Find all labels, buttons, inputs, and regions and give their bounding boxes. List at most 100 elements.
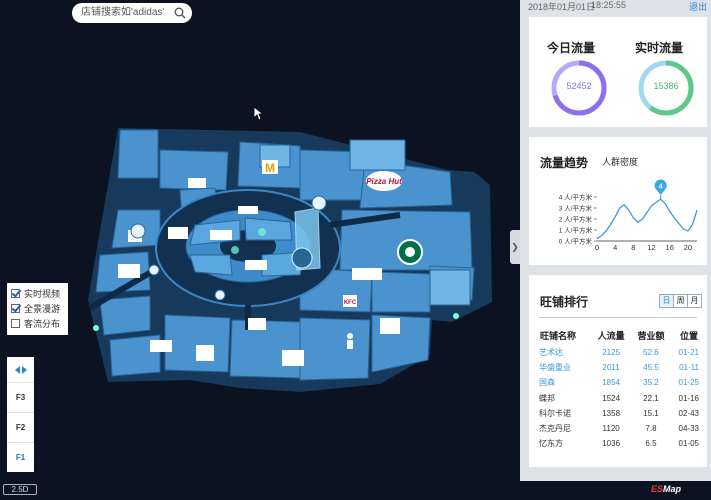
top-bar: 2018年01月01日 18:25:55 退出 [520,0,711,12]
series-line [596,198,698,240]
checkbox-checked[interactable] [11,304,20,313]
table-cell: 科尔卡诺 [539,408,571,418]
floor-toggle-arrow-icon[interactable] [14,357,27,382]
table-row[interactable]: 科尔卡诺 1358 15.1 02-43 [539,406,699,421]
tab-day[interactable]: 日 [660,295,673,307]
floor-button-f2[interactable]: F2 [7,412,34,442]
table-cell: 1524 [602,393,621,403]
mall-map[interactable]: Pizza Hut M KFC [0,0,520,500]
pizza-hut-label: Pizza Hut [366,177,402,186]
store-block [299,317,371,381]
layer-label: 全景漫游 [24,304,61,314]
table-cell: 22.1 [643,393,659,403]
table-cell: 45.5 [643,363,659,373]
table-cell: 艺术达 [539,348,563,358]
table-cell: 01-16 [678,393,699,403]
floor-button-f1[interactable]: F1 [7,442,34,472]
table-cell: 7.8 [645,424,657,434]
y-tick-label: 3 人/平方米 [559,204,593,213]
table-cell: 2011 [602,363,620,373]
table-row[interactable]: 艺术达 2125 52.6 01-21 [539,345,699,360]
table-cell: 35.2 [643,378,659,388]
table-cell: 1120 [602,424,620,434]
elevator-icon [291,247,313,269]
store-block [244,217,293,241]
view-mode-button[interactable]: 2.5D [3,484,37,495]
layer-label: 实时视频 [24,289,61,299]
right-panel: 2018年01月01日 18:25:55 退出 今日流量 实时流量 52452 … [520,0,711,481]
layer-crowd-distribution[interactable]: 客流分布 [11,316,64,331]
divider [539,317,697,318]
floor-selector: F3 F2 F1 [7,357,34,472]
table-cell: 04-33 [678,424,699,434]
checkbox-unchecked[interactable] [11,319,20,328]
table-cell: 01-05 [678,439,699,449]
tower-block [349,139,406,171]
layer-realtime-video[interactable]: 实时视频 [11,286,64,301]
store-block [117,129,159,179]
column-header: 人流量 [597,331,625,341]
starbucks-logo[interactable] [397,239,423,265]
table-cell: 01-11 [679,363,699,373]
search-placeholder: 店铺搜索如'adidas' [81,7,165,18]
table-cell: 01-25 [678,378,699,388]
trend-line-chart[interactable]: 0 人/平方米 1 人/平方米 2 人/平方米 3 人/平方米 4 人/平方米 0 4 8 12… [529,167,707,262]
mcdonalds-label: M [265,161,275,175]
x-tick-label: 16 [666,243,674,252]
gauge-title: 今日流量 [547,41,596,55]
layer-toggle-panel: 实时视频 全景漫游 客流分布 [7,283,68,335]
search-input[interactable]: 店铺搜索如'adidas' [72,3,192,23]
table-cell: 1036 [602,439,621,449]
logo-prefix: ES [651,484,664,494]
checkbox-checked[interactable] [11,289,20,298]
table-row[interactable]: 国森 1854 35.2 01-25 [539,375,699,390]
x-tick-label: 0 [595,243,599,252]
pizza-hut-logo[interactable]: Pizza Hut [366,171,402,191]
table-row[interactable]: 忆东方 1036 6.5 01-05 [539,436,699,451]
table-row[interactable]: 杰克丹尼 1120 7.8 04-33 [539,421,699,436]
store-ranking-card: 旺铺排行 日 周 月 旺铺名称 人流量 营业额 位置 艺术达 2125 52.6 01… [529,275,707,467]
table-cell: 忆东方 [539,439,563,449]
x-tick-label: 12 [647,243,655,252]
table-cell: 杰克丹尼 [539,424,571,434]
table-cell: 6.5 [645,439,657,449]
table-row[interactable]: 蝶邦 1524 22.1 01-16 [539,391,699,406]
table-cell: 蝶邦 [539,393,555,403]
time-text: 18:25:55 [591,0,627,10]
table-cell: 2125 [602,348,621,358]
mouse-cursor-icon [254,107,264,121]
x-tick-label: 20 [684,243,692,252]
table-cell: 华盛重业 [539,363,571,373]
layer-label: 客流分布 [24,319,61,329]
tooltip-value: 4 [659,184,663,191]
table-cell: 1358 [602,408,621,418]
store-block [189,254,233,276]
kfc-logo[interactable]: KFC [343,295,357,307]
x-tick-label: 8 [631,243,635,252]
gauge-title: 实时流量 [635,41,684,55]
collapse-panel-chevron-icon[interactable]: ❯ [510,230,520,264]
tower-block [429,269,471,306]
exit-link[interactable]: 退出 [689,0,707,13]
search-icon[interactable] [174,7,186,19]
ranking-table: 旺铺名称 人流量 营业额 位置 艺术达 2125 52.6 01-21 华盛重业 2011… [539,326,699,451]
logo-suffix: Map [663,484,682,494]
traffic-trend-card: 流量趋势 人群密度 0 人/平方米 1 人/平方米 2 人/平方米 3 人/平方米 4 … [529,137,707,265]
store-block [164,314,231,373]
table-cell: 01-21 [678,348,699,358]
tab-month[interactable]: 月 [687,295,701,307]
esmap-logo: ESMap [651,484,681,494]
floor-button-f3[interactable]: F3 [7,382,34,412]
y-tick-label: 2 人/平方米 [559,215,593,224]
kfc-label: KFC [344,300,357,306]
column-header: 位置 [679,331,698,341]
mcdonalds-logo[interactable]: M [262,160,278,175]
table-row[interactable]: 华盛重业 2011 45.5 01-11 [539,360,699,375]
date-text: 2018年01月01日 [528,2,596,12]
gauge-value: 52452 [566,81,592,91]
table-cell: 02-43 [678,408,699,418]
card-title: 旺铺排行 [540,295,589,309]
tab-week[interactable]: 周 [673,295,687,307]
layer-panorama[interactable]: 全景漫游 [11,301,64,316]
period-tabs: 日 周 月 [659,294,702,308]
